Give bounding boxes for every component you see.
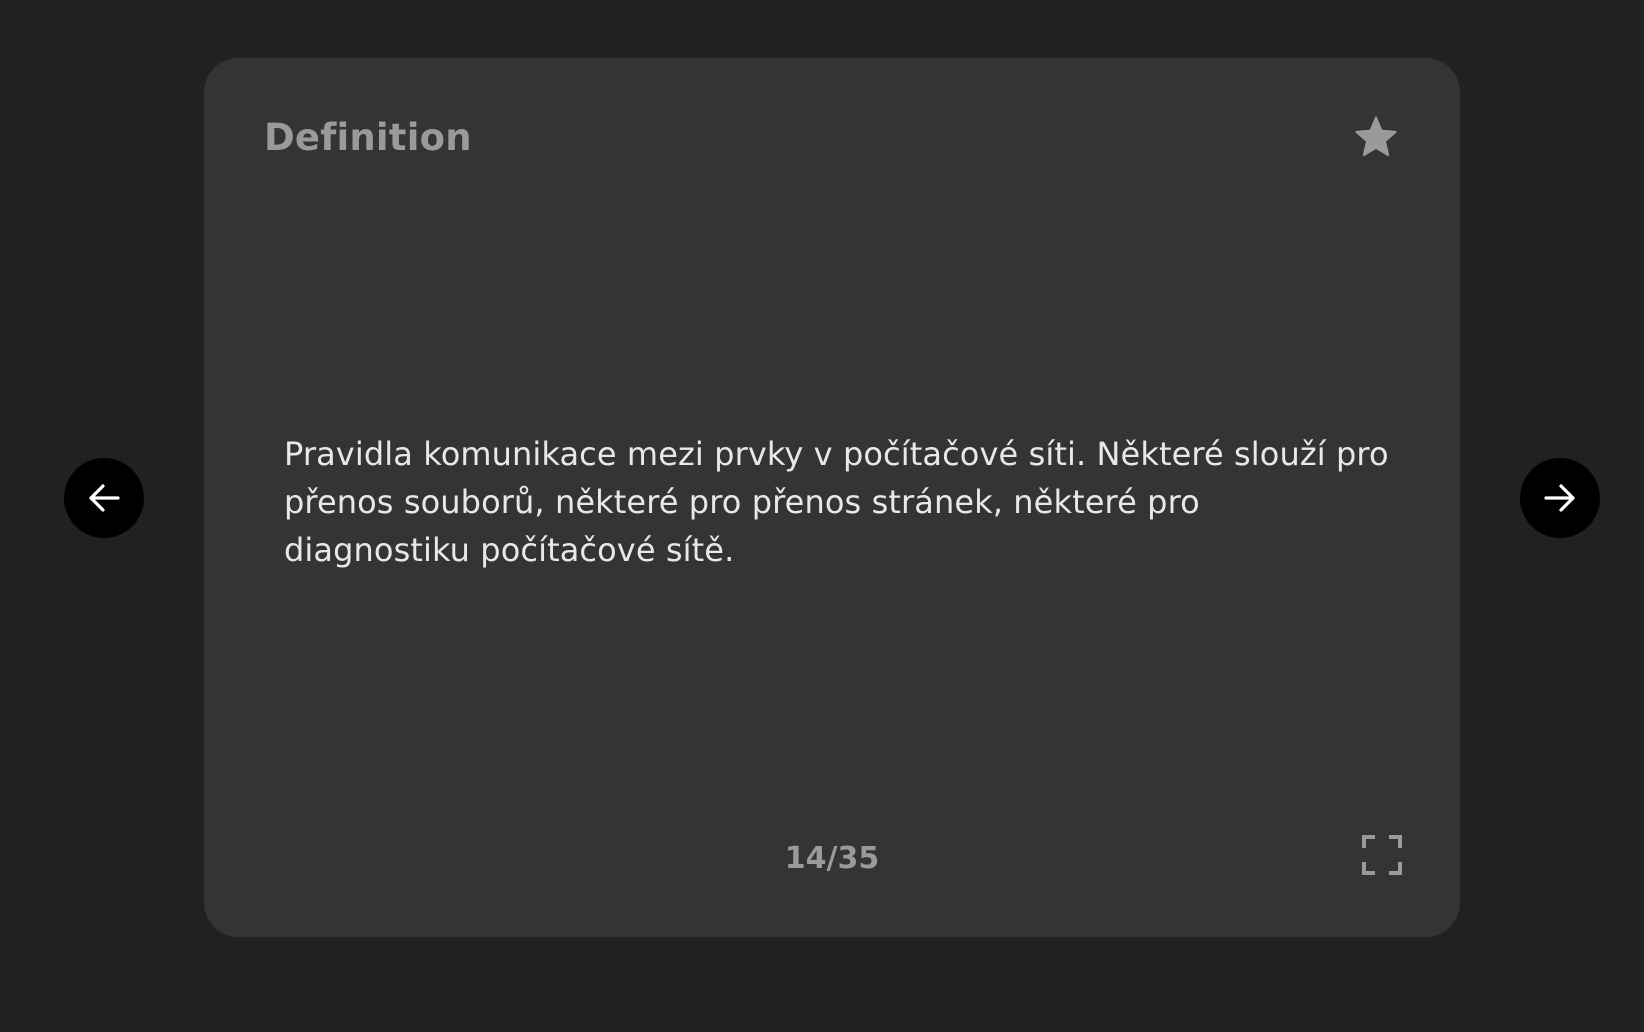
previous-card-button[interactable] (64, 458, 144, 538)
definition-text: Pravidla komunikace mezi prvky v počítač… (284, 435, 1389, 569)
card-counter: 14/35 (784, 841, 880, 876)
card-side-label: Definition (264, 116, 472, 159)
flashcard[interactable]: Definition Pravidla komunikace mezi prvk… (204, 58, 1460, 937)
next-card-button[interactable] (1520, 458, 1600, 538)
fullscreen-button[interactable] (1358, 831, 1406, 879)
arrow-left-icon (89, 484, 120, 512)
fullscreen-icon (1362, 835, 1402, 875)
arrow-right-icon (1544, 484, 1575, 512)
favorite-star-button[interactable] (1350, 112, 1402, 164)
star-icon (1355, 116, 1397, 157)
